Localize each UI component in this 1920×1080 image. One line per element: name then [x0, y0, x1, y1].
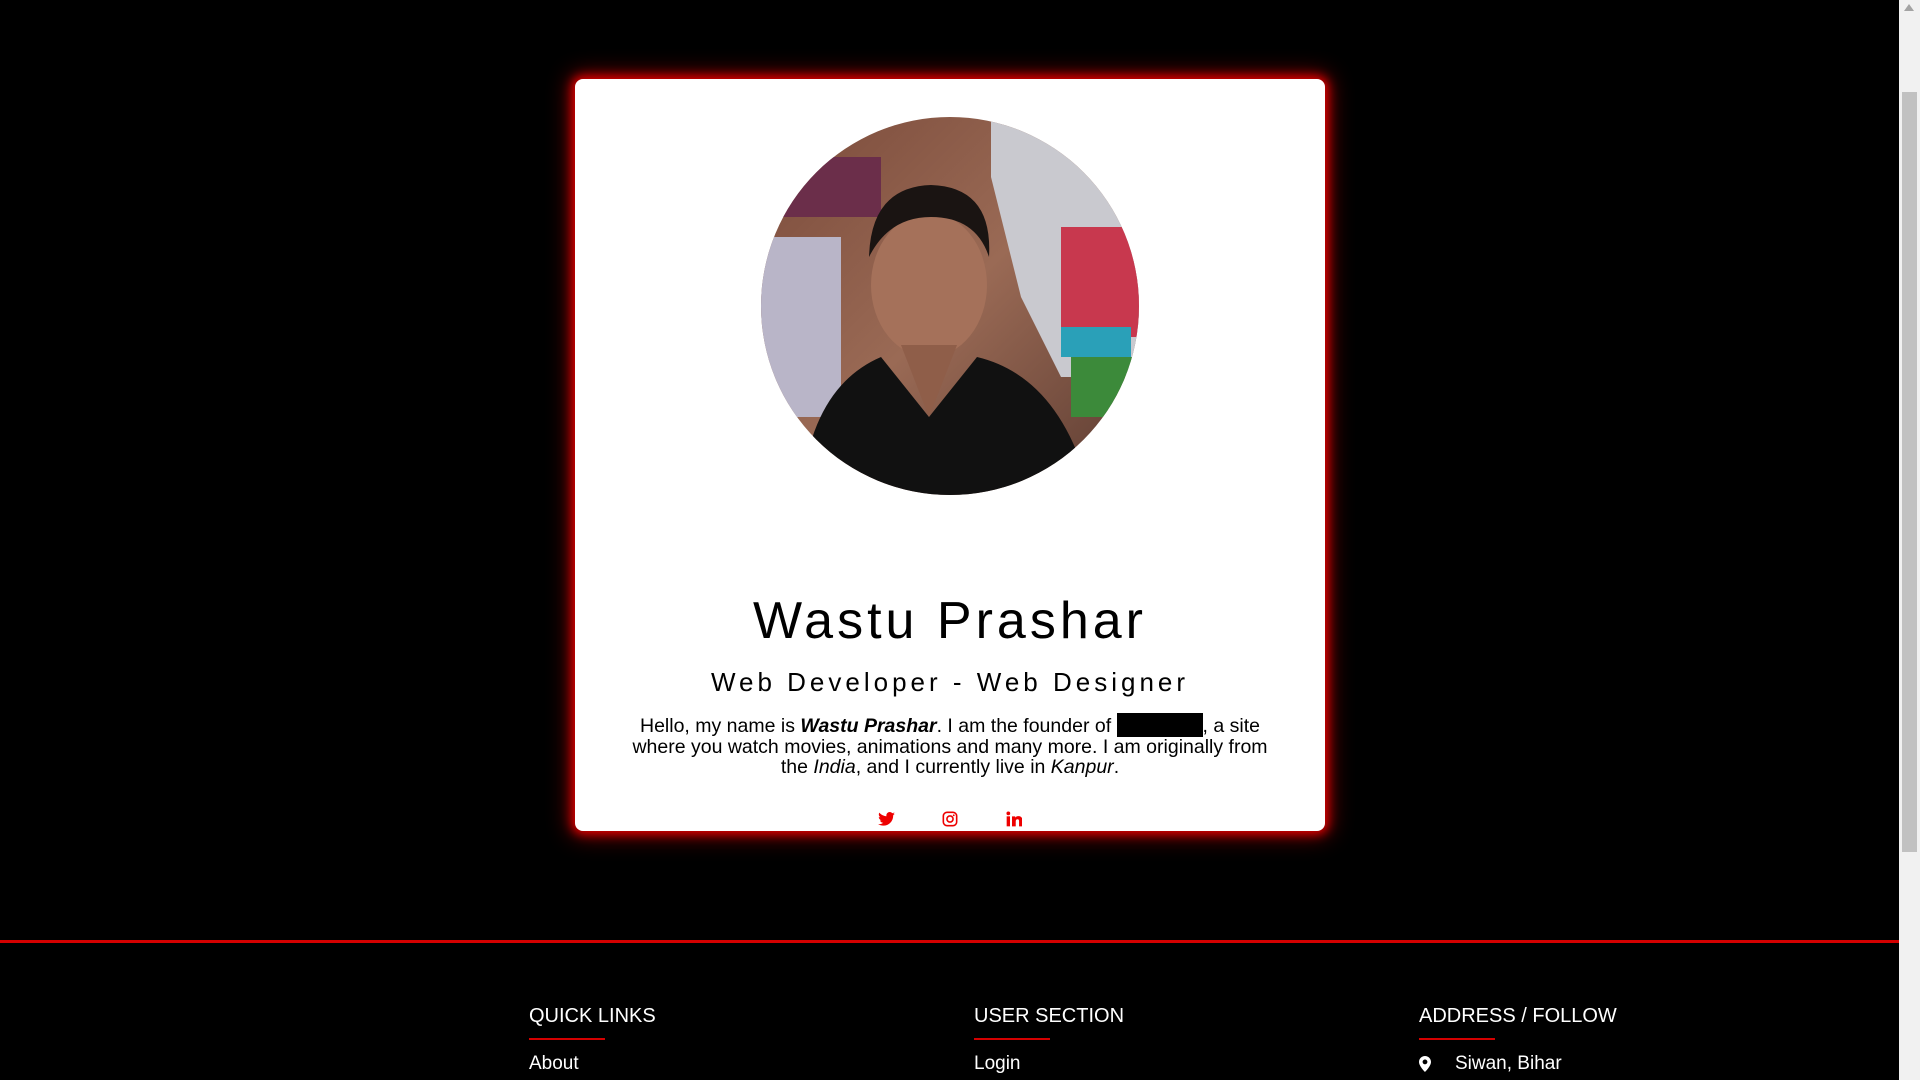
- map-marker-icon: [1419, 1056, 1433, 1072]
- profile-avatar: [761, 117, 1139, 495]
- bio-live-text: , and I currently live in: [855, 756, 1051, 778]
- profile-role: Web Developer - Web Designer: [710, 667, 1190, 697]
- footer-user-section: USER SECTION Login: [974, 1003, 1124, 1076]
- scroll-up-arrow-icon[interactable]: [1904, 4, 1914, 11]
- footer-divider: [0, 940, 1899, 943]
- linkedin-icon: [1006, 811, 1022, 827]
- profile-name: Wastu Prashar: [753, 592, 1147, 650]
- instagram-link[interactable]: [940, 809, 960, 829]
- scrollbar-thumb[interactable]: [1902, 92, 1917, 852]
- bio-end: .: [1113, 756, 1120, 778]
- profile-card: Wastu Prashar Web Developer - Web Design…: [575, 79, 1325, 831]
- page: Wastu Prashar Web Developer - Web Design…: [0, 0, 1899, 1080]
- user-section-underline: [974, 1038, 1050, 1040]
- profile-photo: [761, 117, 1139, 495]
- vertical-scrollbar[interactable]: [1899, 0, 1920, 1080]
- linkedin-link[interactable]: [1004, 809, 1024, 829]
- instagram-icon: [942, 811, 958, 827]
- login-link[interactable]: Login: [974, 1052, 1124, 1076]
- twitter-link[interactable]: [876, 809, 896, 829]
- bio-name: Wastu Prashar: [800, 715, 937, 737]
- footer-address: ADDRESS / FOLLOW Siwan, Bihar: [1419, 1003, 1617, 1076]
- address-location: Siwan, Bihar: [1419, 1052, 1617, 1076]
- bio-intro: Hello, my name is: [640, 715, 801, 737]
- quick-links-underline: [529, 1038, 605, 1040]
- twitter-icon: [877, 812, 895, 826]
- address-underline: [1419, 1038, 1495, 1040]
- bio-founder-text: . I am the founder of: [936, 715, 1117, 737]
- quick-links-title: QUICK LINKS: [529, 1005, 656, 1027]
- address-title: ADDRESS / FOLLOW: [1419, 1005, 1617, 1027]
- user-section-title: USER SECTION: [974, 1005, 1125, 1027]
- redacted-site-name: [1116, 713, 1203, 737]
- about-link[interactable]: About: [529, 1052, 656, 1076]
- profile-bio: Hello, my name is Wastu Prashar. I am th…: [630, 713, 1270, 777]
- social-links: [575, 809, 1325, 829]
- address-text: Siwan, Bihar: [1455, 1053, 1562, 1074]
- bio-city: Kanpur: [1050, 756, 1114, 778]
- footer-quick-links: QUICK LINKS About: [529, 1003, 656, 1076]
- bio-country: India: [813, 756, 856, 778]
